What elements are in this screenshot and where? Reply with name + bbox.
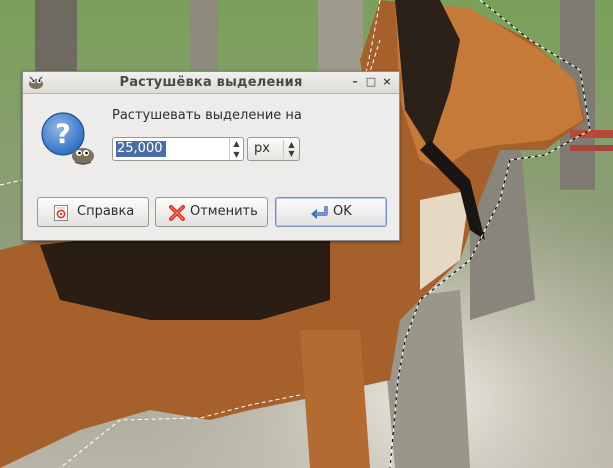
- tree-trunk: [35, 0, 77, 80]
- feather-radius-input[interactable]: 25,000: [116, 141, 166, 157]
- maximize-button[interactable]: □: [365, 76, 377, 88]
- unit-arrows-icon[interactable]: ▲ ▼: [283, 140, 299, 158]
- minimize-button[interactable]: –: [349, 76, 361, 88]
- window-title: Растушёвка выделения: [119, 75, 303, 90]
- bench: [570, 145, 613, 151]
- dog-leg: [300, 330, 370, 468]
- spin-down-arrow-icon[interactable]: ▼: [230, 149, 243, 160]
- close-button[interactable]: ×: [381, 76, 393, 88]
- help-button-label: Справка: [77, 204, 135, 219]
- bench: [570, 130, 613, 138]
- feather-prompt-label: Растушевать выделение на: [112, 108, 302, 123]
- question-icon: ?: [41, 112, 94, 165]
- ok-button-label: OK: [333, 204, 352, 219]
- tree-trunk: [190, 0, 218, 70]
- unit-label: px: [254, 141, 270, 156]
- help-button[interactable]: Справка: [37, 197, 149, 227]
- title-bar[interactable]: Растушёвка выделения – □ ×: [23, 72, 399, 94]
- spin-arrows[interactable]: ▲ ▼: [229, 138, 243, 160]
- enter-arrow-icon: [311, 206, 328, 219]
- tree-trunk: [318, 0, 363, 72]
- feather-selection-dialog: Растушёвка выделения – □ × ? Растушевать…: [22, 71, 400, 241]
- help-book-icon: [54, 205, 68, 221]
- unit-selector[interactable]: px ▲ ▼: [247, 137, 300, 161]
- ok-button[interactable]: OK: [275, 197, 387, 227]
- spin-up-arrow-icon[interactable]: ▲: [230, 138, 243, 149]
- cancel-button[interactable]: Отменить: [155, 197, 268, 227]
- red-x-icon: [169, 205, 185, 221]
- svg-text:?: ?: [55, 119, 71, 150]
- cancel-button-label: Отменить: [190, 204, 258, 219]
- feather-radius-spinbutton[interactable]: 25,000 ▲ ▼: [112, 137, 244, 161]
